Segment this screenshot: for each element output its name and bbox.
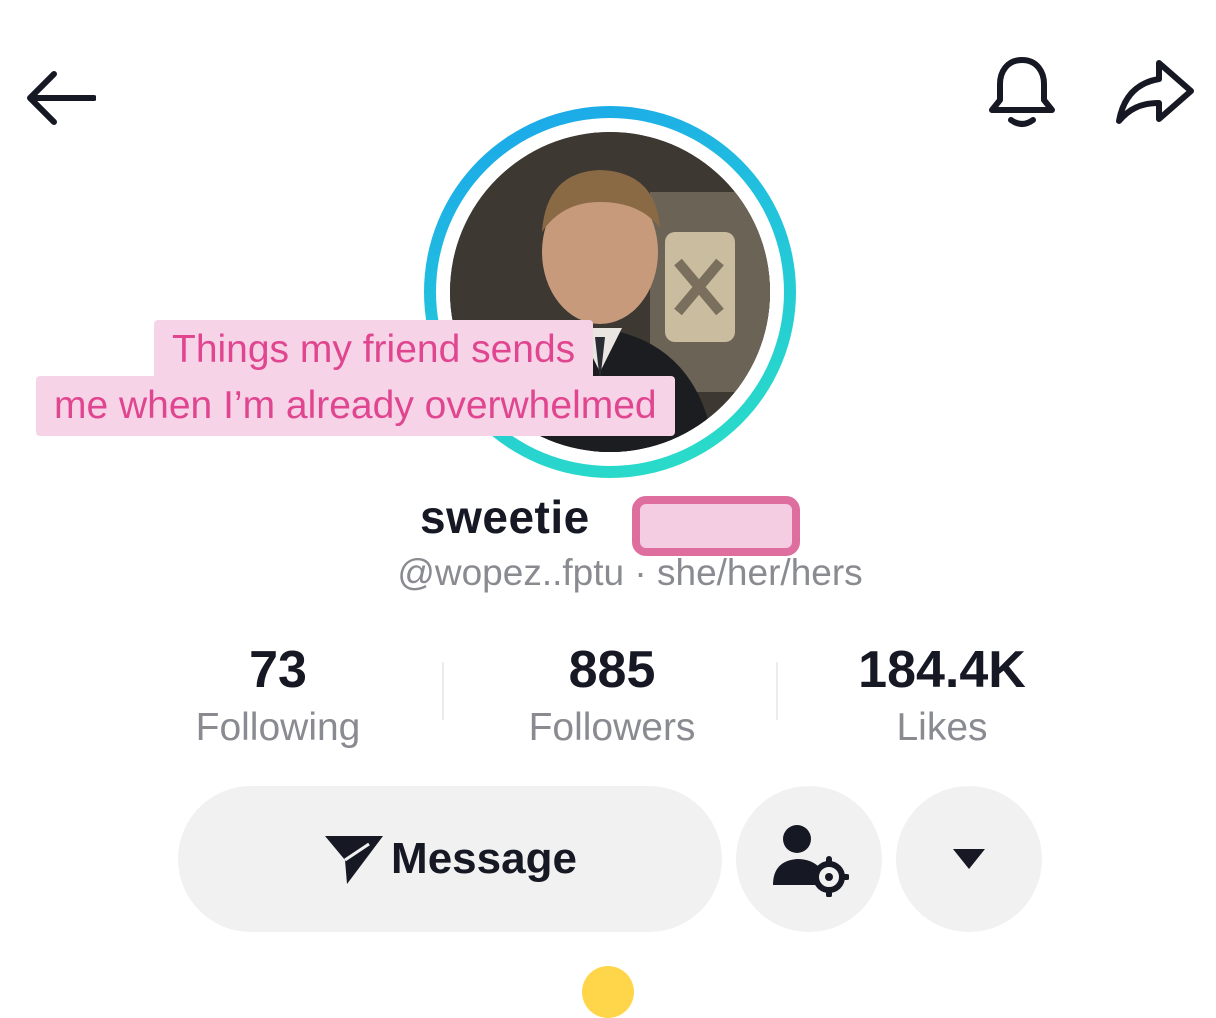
stat-divider [776,662,778,720]
stat-likes[interactable]: 184.4K Likes [810,640,1074,756]
share-button[interactable] [1110,52,1200,132]
stat-label: Likes [896,706,988,749]
display-name: sweetie [420,491,590,543]
stat-label: Followers [528,706,696,749]
stat-value: 184.4K [858,641,1026,699]
avatar-photo-illustration [450,132,770,452]
send-plane-icon [325,836,384,884]
more-options-button[interactable] [896,786,1042,932]
follow-settings-button[interactable] [736,786,882,932]
arrow-left-icon [27,71,96,125]
redaction-box [632,496,800,556]
stat-value: 885 [568,641,656,699]
message-button-label: Message [391,834,577,883]
message-button[interactable]: Message [178,786,722,932]
caret-down-icon [953,849,985,869]
user-gear-icon [773,825,849,897]
stat-label: Following [195,706,361,749]
stat-following[interactable]: 73 Following [150,640,406,756]
notification-button[interactable] [982,52,1062,132]
profile-avatar-ring[interactable] [424,106,796,478]
stat-followers[interactable]: 885 Followers [480,640,744,756]
bell-icon [989,57,1055,127]
emoji-icon [582,966,634,1018]
stat-divider [442,662,444,720]
stat-value: 73 [249,641,307,699]
handle-and-pronouns: @wopez..fptu · she/her/hers [397,552,863,593]
avatar [450,132,770,452]
back-button[interactable] [20,58,100,138]
avatar-inner [436,118,784,466]
share-arrow-icon [1116,60,1194,124]
